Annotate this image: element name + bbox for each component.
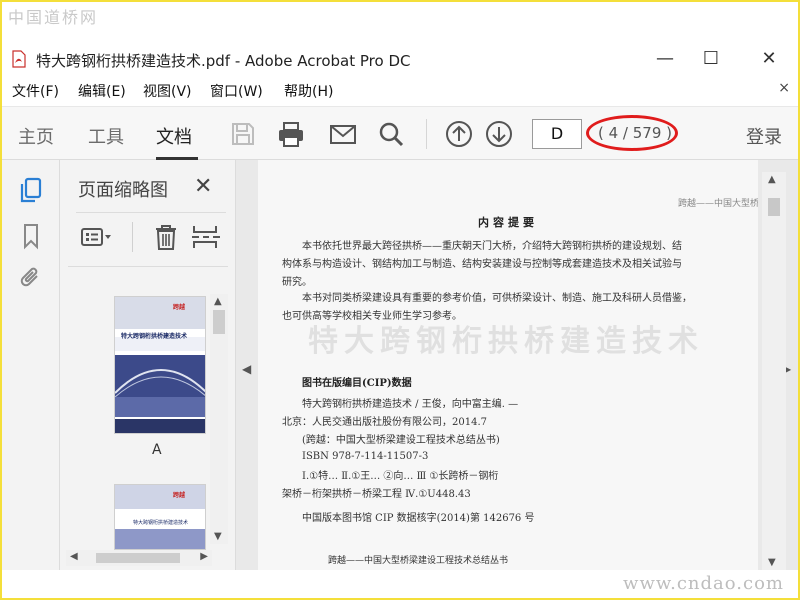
navigation-rail bbox=[2, 160, 60, 570]
maximize-button[interactable]: ☐ bbox=[696, 48, 726, 70]
thumbnail-panel: 页面缩略图 ✕ 跨越 特大跨钢桁拱桥建造技术 A 跨越 特大跨钢桁拱桥建造技术 … bbox=[60, 160, 236, 570]
cip-line: 特大跨钢桁拱桥建造技术 / 王俊，向中富主编. — bbox=[302, 399, 519, 410]
doc-scroll-up-arrow-icon[interactable]: ▲ bbox=[768, 174, 776, 185]
paragraph-line: 本书对同类桥梁建设具有重要的参考价值，可供桥梁设计、制造、施工及科研人员借鉴， bbox=[302, 293, 692, 304]
page-number-input[interactable]: D bbox=[532, 119, 582, 149]
close-button[interactable]: ✕ bbox=[754, 48, 784, 70]
book-cover-image: 跨越 bbox=[115, 485, 205, 549]
bookmark-icon[interactable] bbox=[18, 222, 44, 250]
next-page-icon[interactable] bbox=[484, 119, 514, 149]
scroll-left-arrow-icon[interactable]: ◀ bbox=[70, 551, 78, 562]
document-close-button[interactable]: × bbox=[778, 80, 790, 96]
cip-line: ISBN 978-7-114-11507-3 bbox=[302, 451, 429, 462]
thumbnail-cover-title: 特大跨钢桁拱桥建造技术 bbox=[121, 333, 188, 340]
thumbnail-horizontal-scrollbar[interactable]: ◀ ▶ bbox=[66, 550, 212, 566]
pdf-file-icon bbox=[12, 50, 26, 68]
login-button[interactable]: 登录 bbox=[746, 123, 782, 149]
tab-document[interactable]: 文档 bbox=[156, 123, 192, 149]
panel-divider bbox=[76, 212, 226, 213]
menu-window[interactable]: 窗口(W) bbox=[210, 81, 263, 101]
window-title: 特大跨钢桁拱桥建造技术.pdf - Adobe Acrobat Pro DC bbox=[36, 52, 411, 70]
thumbnail-panel-close-button[interactable]: ✕ bbox=[194, 174, 212, 199]
cip-line: 架桥－桁架拱桥－桥梁工程 Ⅳ.①U448.43 bbox=[282, 489, 471, 500]
menu-help[interactable]: 帮助(H) bbox=[284, 81, 333, 101]
horizontal-scroll-thumb[interactable] bbox=[96, 553, 180, 563]
minimize-button[interactable]: — bbox=[650, 48, 680, 70]
email-icon[interactable] bbox=[328, 119, 358, 149]
print-icon[interactable] bbox=[276, 119, 306, 149]
app-frame: 中国道桥网 www.cndao.com 特大跨钢桁拱桥建造技术.pdf - Ad… bbox=[2, 2, 798, 598]
cip-line: Ⅰ.①特… Ⅱ.①王… ②向… Ⅲ ①长跨桥－钢桁 bbox=[302, 471, 499, 482]
thumbnail-vertical-scrollbar[interactable]: ▲ ▼ bbox=[210, 294, 228, 544]
page-thumbnail[interactable]: 跨越 特大跨钢桁拱桥建造技术 bbox=[114, 296, 206, 434]
tab-tools[interactable]: 工具 bbox=[88, 123, 124, 149]
cip-line: 北京：人民交通出版社股份有限公司，2014.7 bbox=[282, 417, 487, 428]
watermark-top: 中国道桥网 bbox=[8, 8, 99, 27]
attachment-icon[interactable] bbox=[18, 264, 44, 292]
svg-text:跨越: 跨越 bbox=[173, 491, 186, 499]
search-icon[interactable] bbox=[376, 119, 406, 149]
thumbnail-scroll-thumb[interactable] bbox=[213, 310, 225, 334]
cip-heading: 图书在版编目(CIP)数据 bbox=[302, 378, 412, 389]
tab-home[interactable]: 主页 bbox=[18, 123, 54, 149]
options-menu-icon[interactable] bbox=[80, 222, 112, 252]
menu-bar: 文件(F) 编辑(E) 视图(V) 窗口(W) 帮助(H) × bbox=[2, 78, 798, 102]
section-title: 内容提要 bbox=[478, 216, 538, 229]
page-thumbnails-icon[interactable] bbox=[18, 176, 44, 204]
toolbar-separator bbox=[426, 119, 427, 149]
insert-page-icon[interactable] bbox=[190, 222, 222, 252]
delete-page-icon[interactable] bbox=[150, 222, 182, 252]
thumbnail-cover-title: 特大跨钢桁拱桥建造技术 bbox=[133, 520, 189, 526]
scroll-right-arrow-icon[interactable]: ▶ bbox=[200, 551, 208, 562]
paragraph-line: 构体系与构造设计、钢结构加工与制造、结构安装建设与控制等成套建造技术及相关试验与 bbox=[282, 259, 682, 270]
title-bar: 特大跨钢桁拱桥建造技术.pdf - Adobe Acrobat Pro DC —… bbox=[2, 42, 798, 76]
document-page: 跨越——中国大型桥梁建设工程技术总结丛书 内容提要 本书依托世界最大跨径拱桥——… bbox=[258, 160, 758, 570]
menu-file[interactable]: 文件(F) bbox=[12, 81, 59, 101]
save-icon[interactable] bbox=[228, 119, 258, 149]
thumbnail-label: A bbox=[152, 442, 162, 458]
book-cover-image: 跨越 bbox=[115, 297, 205, 433]
svg-text:跨越: 跨越 bbox=[173, 303, 186, 311]
highlight-annotation-ellipse bbox=[586, 115, 678, 151]
menu-view[interactable]: 视图(V) bbox=[143, 81, 192, 101]
panel-icon-separator bbox=[132, 222, 133, 252]
doc-scroll-down-arrow-icon[interactable]: ▼ bbox=[768, 557, 776, 568]
page-running-header: 跨越——中国大型桥梁建设工程技术总结丛书 bbox=[678, 199, 758, 209]
page-footer: 跨越——中国大型桥梁建设工程技术总结丛书 bbox=[328, 556, 509, 566]
document-vertical-scrollbar[interactable]: ▲ ▼ bbox=[762, 172, 786, 570]
document-view: ◀ 跨越——中国大型桥梁建设工程技术总结丛书 内容提要 本书依托世界最大跨径拱桥… bbox=[236, 160, 798, 570]
cip-line: 中国版本图书馆 CIP 数据核字(2014)第 142676 号 bbox=[302, 513, 535, 524]
menu-edit[interactable]: 编辑(E) bbox=[78, 81, 126, 101]
watermark-bottom: www.cndao.com bbox=[623, 573, 784, 594]
collapse-left-arrow-icon[interactable]: ◀ bbox=[242, 362, 251, 376]
scroll-up-arrow-icon[interactable]: ▲ bbox=[214, 296, 222, 307]
scroll-down-arrow-icon[interactable]: ▼ bbox=[214, 531, 222, 542]
page-thumbnail[interactable]: 跨越 特大跨钢桁拱桥建造技术 bbox=[114, 484, 206, 550]
previous-page-icon[interactable] bbox=[444, 119, 474, 149]
document-scroll-thumb[interactable] bbox=[768, 198, 780, 216]
panel-divider-2 bbox=[68, 266, 228, 267]
bleed-through-title: 特大跨钢桁拱桥建造技术 bbox=[308, 324, 704, 359]
thumbnail-panel-title: 页面缩略图 bbox=[78, 180, 168, 201]
paragraph-line: 本书依托世界最大跨径拱桥——重庆朝天门大桥，介绍特大跨钢桁拱桥的建设规划、结 bbox=[302, 241, 682, 252]
toolbar: 主页 工具 文档 D ( 4 / 579) 登录 bbox=[2, 106, 798, 160]
